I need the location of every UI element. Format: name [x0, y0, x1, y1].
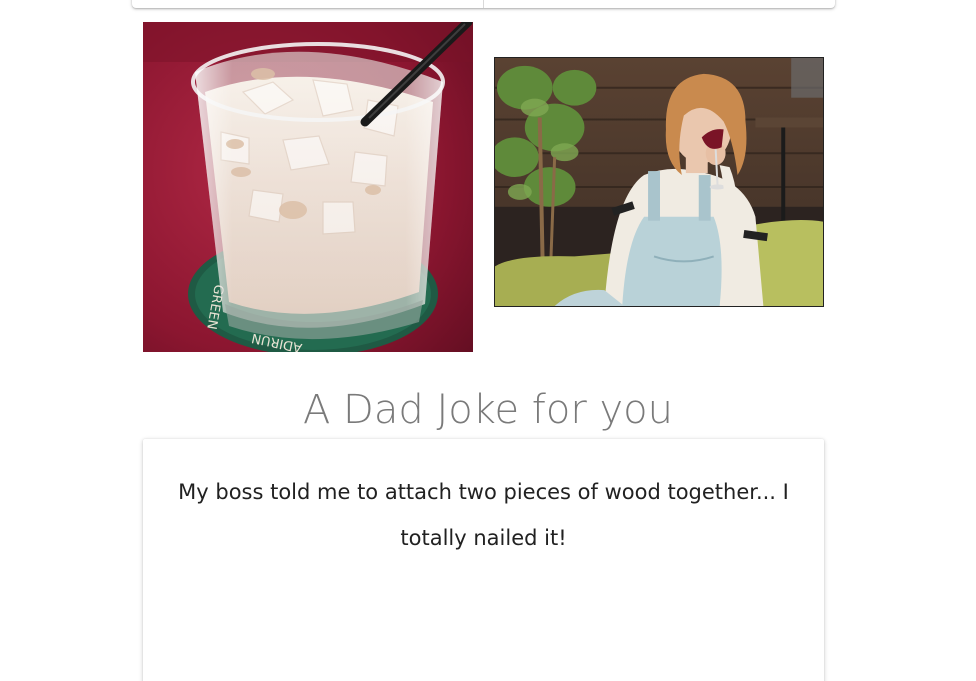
top-card-remnant	[132, 0, 835, 8]
dad-joke-heading: A Dad Joke for you	[302, 387, 674, 433]
joke-card: My boss told me to attach two pieces of …	[143, 439, 824, 681]
reaction-gif-image	[495, 58, 823, 306]
reaction-gif	[494, 57, 824, 307]
joke-text: My boss told me to attach two pieces of …	[178, 480, 789, 550]
drink-photo: GREEN ADIRUN	[143, 22, 473, 352]
drink-photo-image: GREEN ADIRUN	[143, 22, 473, 352]
page: GREEN ADIRUN A Dad Joke for you My boss …	[0, 0, 976, 681]
card-divider	[483, 0, 484, 8]
